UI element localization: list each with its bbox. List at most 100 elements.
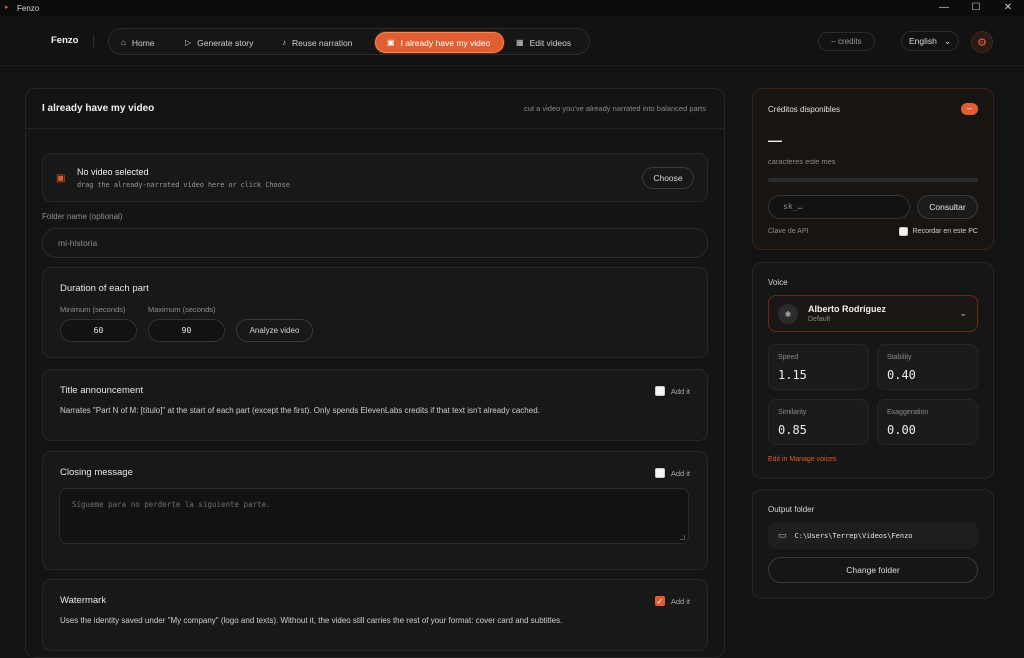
nav-divider	[93, 34, 94, 49]
nav-reuse-narration-label: Reuse narration	[292, 37, 353, 48]
stability-param[interactable]: Stability 0.40	[877, 344, 978, 390]
nav-generate-story[interactable]: ▷ Generate story	[185, 32, 267, 53]
settings-button[interactable]: ⚙	[971, 31, 993, 53]
main-header: I already have my video cut a video you'…	[26, 89, 724, 129]
voice-panel: Voice ✱ Alberto Rodríguez Default ⌄ Spee…	[752, 262, 994, 479]
page-subtitle: cut a video you've already narrated into…	[524, 104, 706, 113]
credits-badge: –	[961, 103, 978, 115]
nav-tabs: ⌂ Home ▷ Generate story ♪ Reuse narratio…	[108, 28, 590, 55]
credits-progress-bar	[768, 178, 978, 182]
duration-title: Duration of each part	[60, 283, 149, 294]
resize-handle[interactable]	[680, 535, 685, 540]
output-folder-label: Output folder	[768, 505, 815, 514]
title-announcement-section: Title announcement Add it Narrates "Part…	[42, 369, 708, 441]
add-it-label: Add it	[670, 468, 690, 478]
chevron-down-icon: ⌄	[959, 308, 967, 318]
voice-name: Alberto Rodríguez	[808, 304, 886, 314]
closing-message-section: Closing message Add it Sígueme para no p…	[42, 451, 708, 570]
min-seconds-label: Minimum (seconds)	[60, 305, 126, 314]
language-select[interactable]: English ⌄	[901, 31, 959, 51]
nav-already-have-video-label: I already have my video	[400, 37, 491, 48]
watermark-toggle[interactable]: ✓ Add it	[654, 596, 690, 606]
duration-section: Duration of each part Minimum (seconds) …	[42, 267, 708, 358]
title-announcement-title: Title announcement	[60, 385, 144, 396]
output-path-text: C:\Users\Terrep\Videos\Fenzo	[794, 531, 913, 540]
video-hint: drag the already-narrated video here or …	[77, 181, 290, 189]
brand-logo[interactable]: Fenzo	[51, 35, 78, 46]
closing-message-textarea[interactable]: Sígueme para no perderte la siguiente pa…	[59, 488, 689, 544]
checkbox[interactable]	[654, 468, 665, 478]
param-value: 1.15	[778, 368, 807, 382]
param-label: Similarity	[778, 409, 807, 416]
main-panel: I already have my video cut a video you'…	[25, 88, 725, 658]
exaggeration-param[interactable]: Exaggeration 0.00	[877, 399, 978, 445]
nav-already-have-video[interactable]: ▣ I already have my video	[375, 32, 504, 53]
credits-indicator[interactable]: – credits	[818, 32, 875, 51]
waveform-icon: ✱	[778, 304, 798, 324]
audio-icon: ♪	[282, 38, 286, 47]
watermark-section: Watermark ✓ Add it Uses the identity sav…	[42, 579, 708, 651]
change-folder-button[interactable]: Change folder	[768, 557, 978, 583]
chevron-down-icon: ⌄	[943, 35, 951, 46]
voice-default: Default	[808, 316, 831, 323]
voice-select[interactable]: ✱ Alberto Rodríguez Default ⌄	[768, 295, 978, 332]
add-it-label: Add it	[670, 596, 690, 606]
video-camera-icon: ▣	[56, 173, 66, 184]
min-seconds-input[interactable]: 60	[60, 319, 137, 342]
remember-toggle[interactable]: Recordar en este PC	[898, 227, 978, 236]
nav-reuse-narration[interactable]: ♪ Reuse narration	[282, 32, 368, 53]
close-window-button[interactable]: ✕	[992, 0, 1024, 16]
home-icon: ⌂	[121, 38, 126, 47]
remember-label: Recordar en este PC	[912, 228, 978, 235]
app-logo-icon: ▸	[5, 4, 9, 11]
credits-title: Créditos disponibles	[768, 105, 841, 114]
video-status: No video selected	[77, 167, 149, 177]
api-key-label: Clave de API	[768, 228, 809, 235]
output-panel: Output folder ▭ C:\Users\Terrep\Videos\F…	[752, 489, 994, 599]
add-it-label: Add it	[670, 386, 690, 396]
param-value: 0.00	[887, 423, 916, 437]
nav-home[interactable]: ⌂ Home	[121, 32, 171, 53]
consultar-button[interactable]: Consultar	[917, 195, 978, 219]
credits-value: —	[768, 132, 782, 148]
edit-voices-link[interactable]: Edit in Manage voices	[768, 456, 836, 463]
closing-message-toggle[interactable]: Add it	[654, 468, 690, 478]
choose-button[interactable]: Choose	[642, 167, 694, 189]
folder-label: Folder name (optional)	[42, 212, 123, 221]
folder-name-input[interactable]: mi-historia	[42, 228, 708, 258]
maximize-button[interactable]: ☐	[960, 0, 992, 16]
param-value: 0.40	[887, 368, 916, 382]
title-announcement-toggle[interactable]: Add it	[654, 386, 690, 396]
page-title: I already have my video	[42, 103, 155, 114]
checkbox[interactable]	[898, 227, 908, 236]
nav-edit-videos-label: Edit videos	[529, 37, 572, 48]
param-label: Exaggeration	[887, 409, 929, 416]
language-label: English	[908, 36, 937, 46]
window-title: Fenzo	[17, 3, 40, 13]
similarity-param[interactable]: Similarity 0.85	[768, 399, 869, 445]
nav-edit-videos[interactable]: ▦ Edit videos	[516, 32, 582, 53]
play-icon: ▷	[185, 38, 192, 47]
closing-message-title: Closing message	[60, 467, 133, 478]
voice-label: Voice	[768, 278, 788, 287]
watermark-desc: Uses the identity saved under "My compan…	[60, 616, 563, 625]
api-key-input[interactable]: sk_…	[768, 195, 910, 219]
max-seconds-input[interactable]: 90	[148, 319, 225, 342]
credits-sub: caracteres este mes	[768, 157, 836, 166]
output-path: ▭ C:\Users\Terrep\Videos\Fenzo	[768, 522, 978, 549]
title-bar: ▸ Fenzo — ☐ ✕	[0, 0, 1024, 16]
minimize-button[interactable]: —	[928, 0, 960, 16]
speed-param[interactable]: Speed 1.15	[768, 344, 869, 390]
video-dropzone[interactable]: ▣ No video selected drag the already-nar…	[42, 153, 708, 202]
max-seconds-label: Maximum (seconds)	[148, 305, 216, 314]
folder-icon: ▭	[778, 530, 787, 540]
checkbox-checked[interactable]: ✓	[654, 596, 665, 606]
gear-icon: ⚙	[977, 36, 987, 49]
checkbox[interactable]	[654, 386, 665, 396]
window-controls: — ☐ ✕	[928, 0, 1024, 16]
nav-home-label: Home	[131, 37, 155, 48]
param-value: 0.85	[778, 423, 807, 437]
title-announcement-desc: Narrates "Part N of M: [título]" at the …	[60, 406, 540, 415]
analyze-video-button[interactable]: Analyze video	[236, 319, 313, 342]
watermark-title: Watermark	[60, 595, 107, 606]
